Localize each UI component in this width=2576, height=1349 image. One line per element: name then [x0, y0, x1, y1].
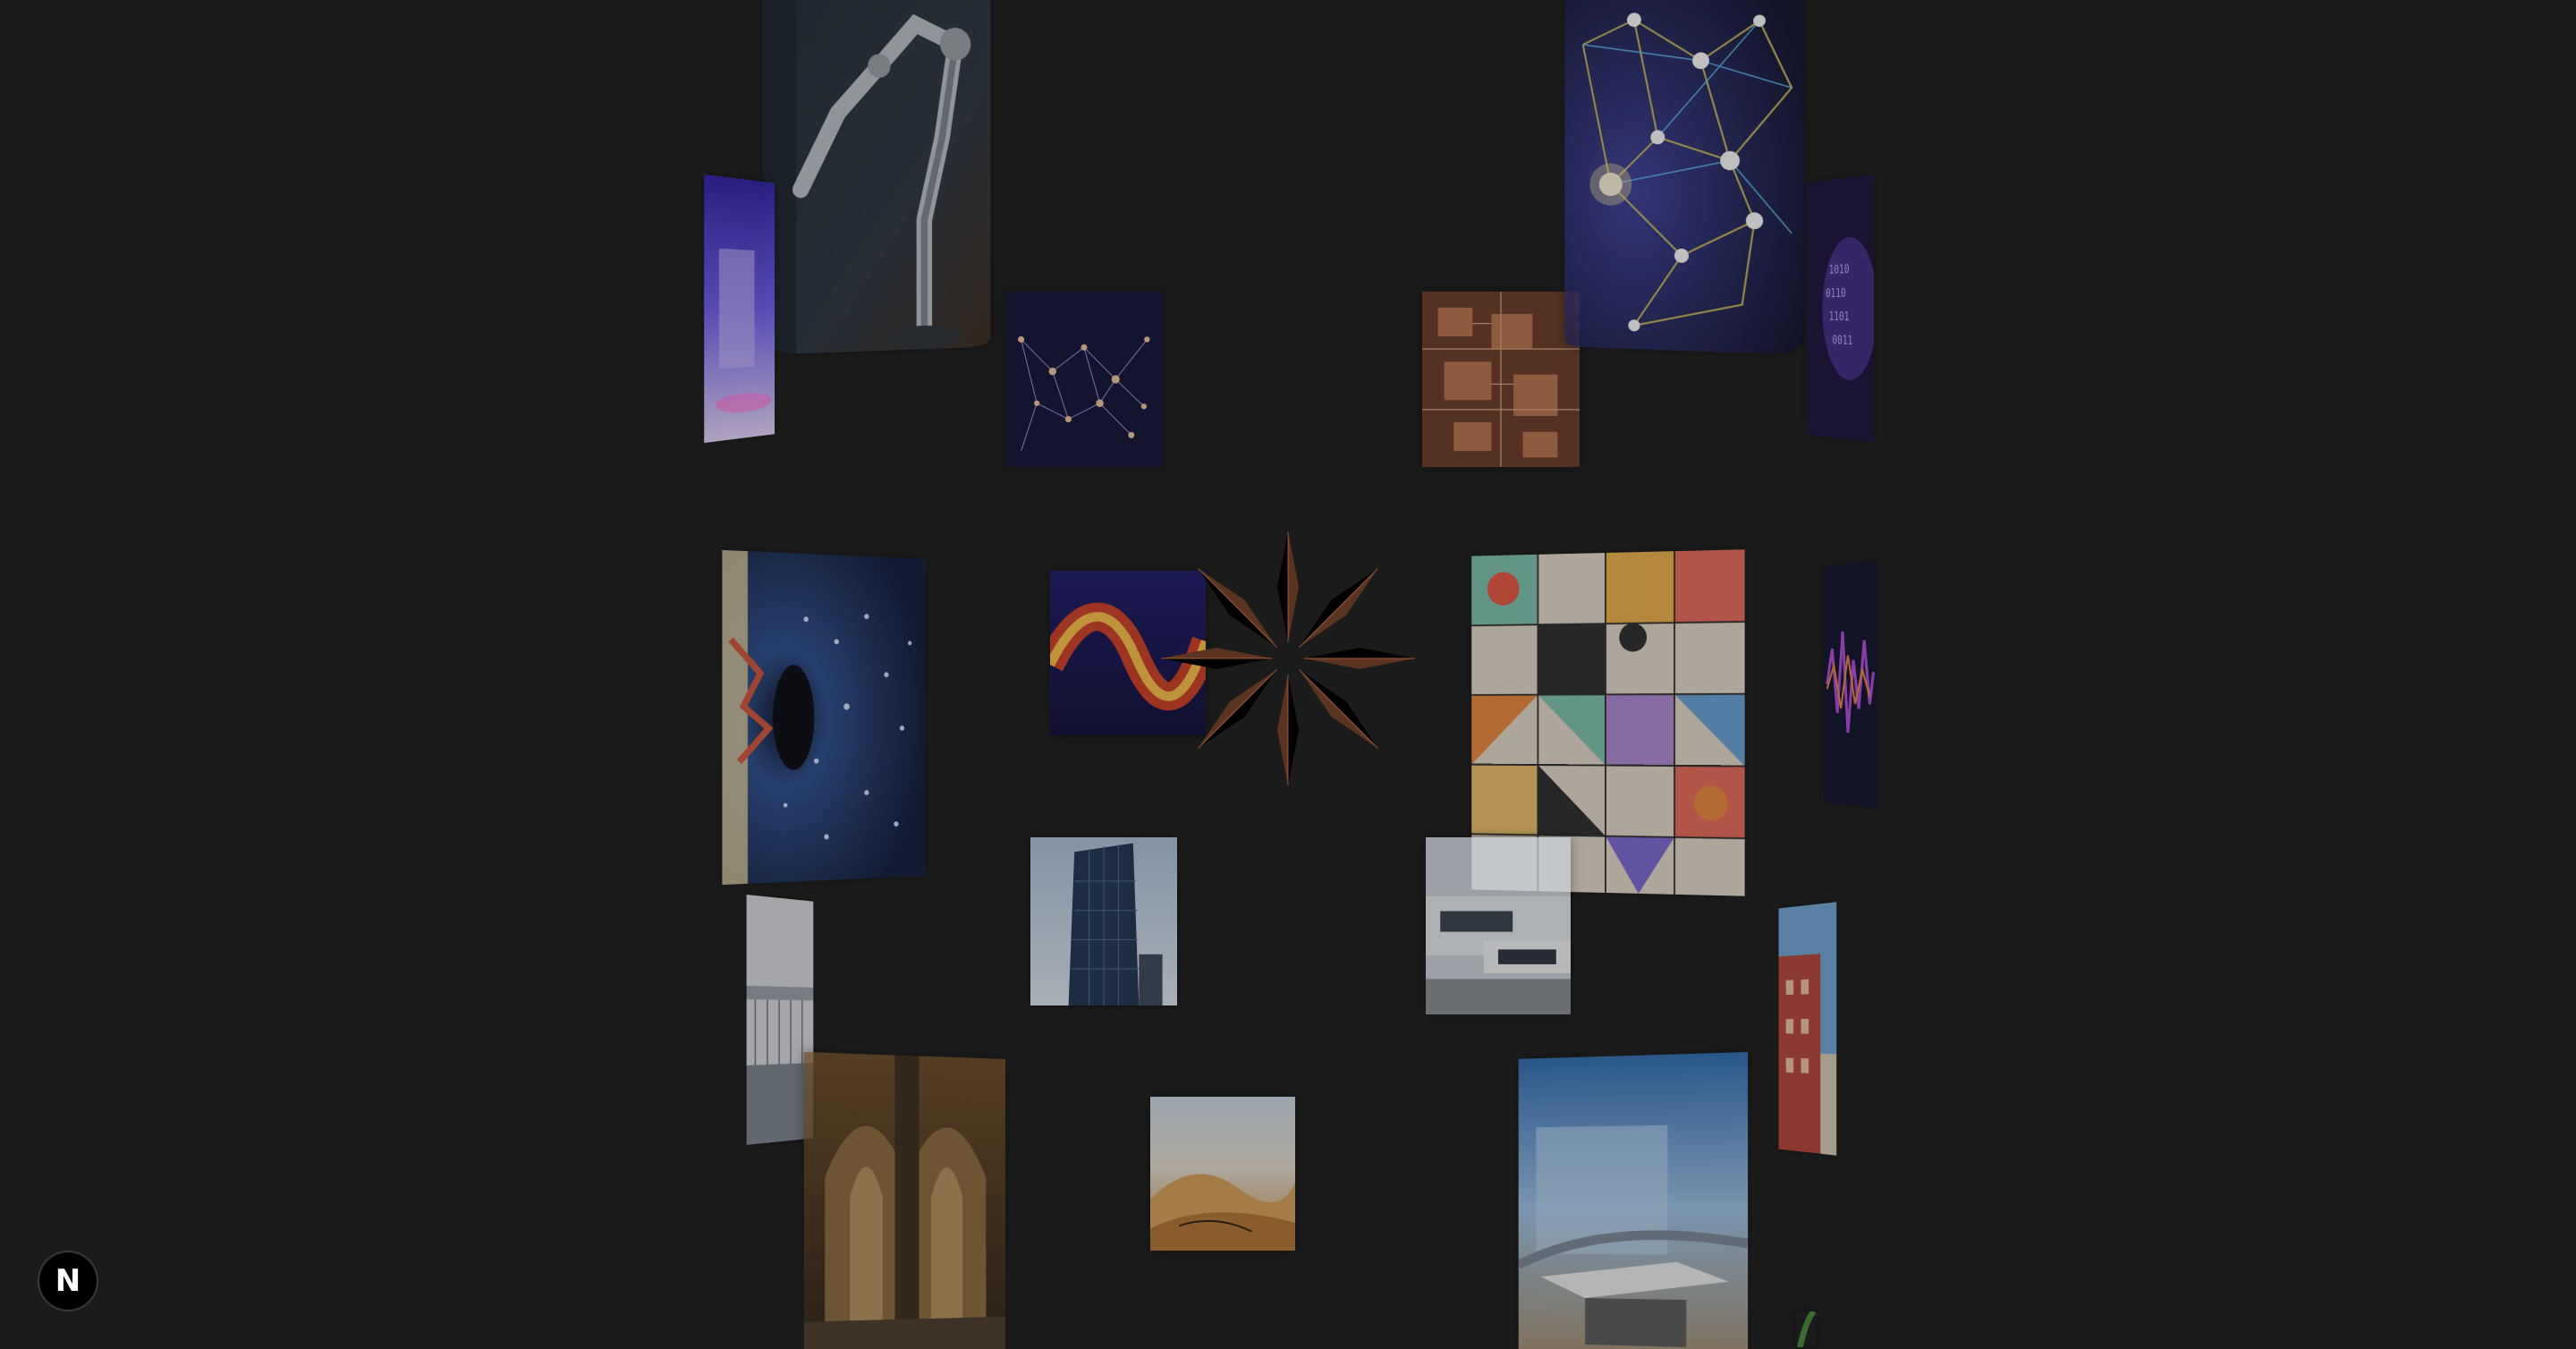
- glass-pavilion-image[interactable]: [1518, 1052, 1749, 1349]
- spinner-blade: [1299, 568, 1378, 648]
- desert-dunes-image[interactable]: [1150, 1097, 1295, 1251]
- glass-skyscraper-image[interactable]: [1030, 837, 1177, 1005]
- nextjs-logo-icon: N: [55, 1263, 81, 1299]
- nextjs-dev-tools-button[interactable]: N: [38, 1251, 98, 1311]
- purple-hologram-image[interactable]: [704, 174, 775, 444]
- green-plant-image[interactable]: [1796, 1311, 1816, 1347]
- spinner-blade: [1198, 669, 1277, 749]
- red-building-image[interactable]: [1778, 902, 1837, 1156]
- audio-waveform-image[interactable]: [1823, 560, 1877, 809]
- spinner-blade: [1299, 669, 1378, 749]
- compass-star-spinner-icon: [1161, 531, 1415, 785]
- svg-text:1101: 1101: [1829, 309, 1850, 323]
- neural-network-image[interactable]: [1564, 0, 1805, 355]
- svg-text:0110: 0110: [1826, 285, 1846, 301]
- cathedral-interior-image[interactable]: [803, 1051, 1005, 1349]
- robot-arm-image[interactable]: [762, 0, 991, 355]
- circuit-board-image[interactable]: [1422, 292, 1580, 467]
- data-eye-image[interactable]: [722, 549, 926, 886]
- spinner-blade: [1277, 531, 1299, 642]
- spinner-blade: [1304, 648, 1415, 669]
- modern-architecture-image[interactable]: [1426, 837, 1571, 1014]
- binary-sphere-image[interactable]: 1010 0110 1101 0011: [1806, 174, 1875, 443]
- spinner-blade: [1277, 674, 1299, 785]
- gallery-stage: 1010 0110 1101 0011 N: [0, 0, 2576, 1349]
- spinner-blade: [1161, 648, 1272, 669]
- svg-text:1010: 1010: [1829, 261, 1850, 276]
- spinner-blade: [1198, 568, 1277, 648]
- network-graph-image[interactable]: [1005, 292, 1163, 467]
- svg-text:0011: 0011: [1832, 333, 1852, 348]
